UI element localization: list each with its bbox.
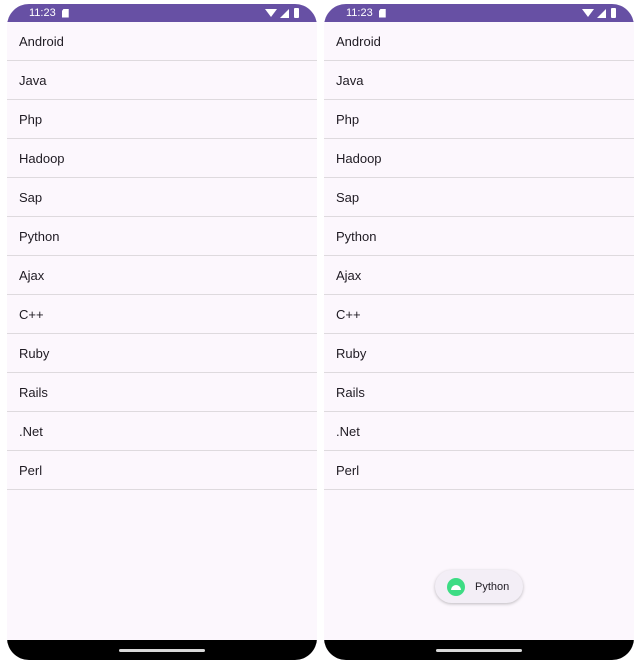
screenshot-stage: 11:23 Android Java Php Hadoop Sap Python… [0,0,641,665]
battery-icon [294,8,299,18]
status-time: 11:23 [29,7,56,19]
list-item-rails[interactable]: Rails [324,373,634,412]
navigation-bar [7,640,317,660]
battery-icon [611,8,616,18]
list-item-perl[interactable]: Perl [7,451,317,490]
sd-card-icon [378,8,386,18]
language-list: Android Java Php Hadoop Sap Python Ajax … [324,22,634,490]
list-item-sap[interactable]: Sap [324,178,634,217]
home-gesture-handle[interactable] [119,648,205,652]
list-item-ajax[interactable]: Ajax [324,256,634,295]
phone-screen-right: 11:23 Android Java Php Hadoop Sap Python… [324,4,634,660]
list-item-dotnet[interactable]: .Net [7,412,317,451]
list-item-cpp[interactable]: C++ [324,295,634,334]
home-gesture-handle[interactable] [436,648,522,652]
list-item-ajax[interactable]: Ajax [7,256,317,295]
sd-card-icon [61,8,69,18]
wifi-icon [582,9,594,17]
phone-screen-left: 11:23 Android Java Php Hadoop Sap Python… [7,4,317,660]
toast-message: Python [435,570,524,603]
list-item-python[interactable]: Python [7,217,317,256]
list-item-dotnet[interactable]: .Net [324,412,634,451]
signal-icon [597,8,606,18]
list-item-hadoop[interactable]: Hadoop [324,139,634,178]
list-item-android[interactable]: Android [7,22,317,61]
list-item-python[interactable]: Python [324,217,634,256]
list-item-ruby[interactable]: Ruby [7,334,317,373]
list-item-php[interactable]: Php [324,100,634,139]
list-item-android[interactable]: Android [324,22,634,61]
language-list: Android Java Php Hadoop Sap Python Ajax … [7,22,317,490]
list-item-ruby[interactable]: Ruby [324,334,634,373]
status-bar: 11:23 [324,4,634,22]
list-item-cpp[interactable]: C++ [7,295,317,334]
signal-icon [280,8,289,18]
list-item-php[interactable]: Php [7,100,317,139]
list-item-perl[interactable]: Perl [324,451,634,490]
list-item-hadoop[interactable]: Hadoop [7,139,317,178]
navigation-bar [324,640,634,660]
list-item-sap[interactable]: Sap [7,178,317,217]
status-bar: 11:23 [7,4,317,22]
list-item-java[interactable]: Java [7,61,317,100]
android-icon [447,577,465,596]
wifi-icon [265,9,277,17]
list-item-java[interactable]: Java [324,61,634,100]
list-item-rails[interactable]: Rails [7,373,317,412]
toast-text: Python [475,580,510,593]
status-time: 11:23 [346,7,373,19]
